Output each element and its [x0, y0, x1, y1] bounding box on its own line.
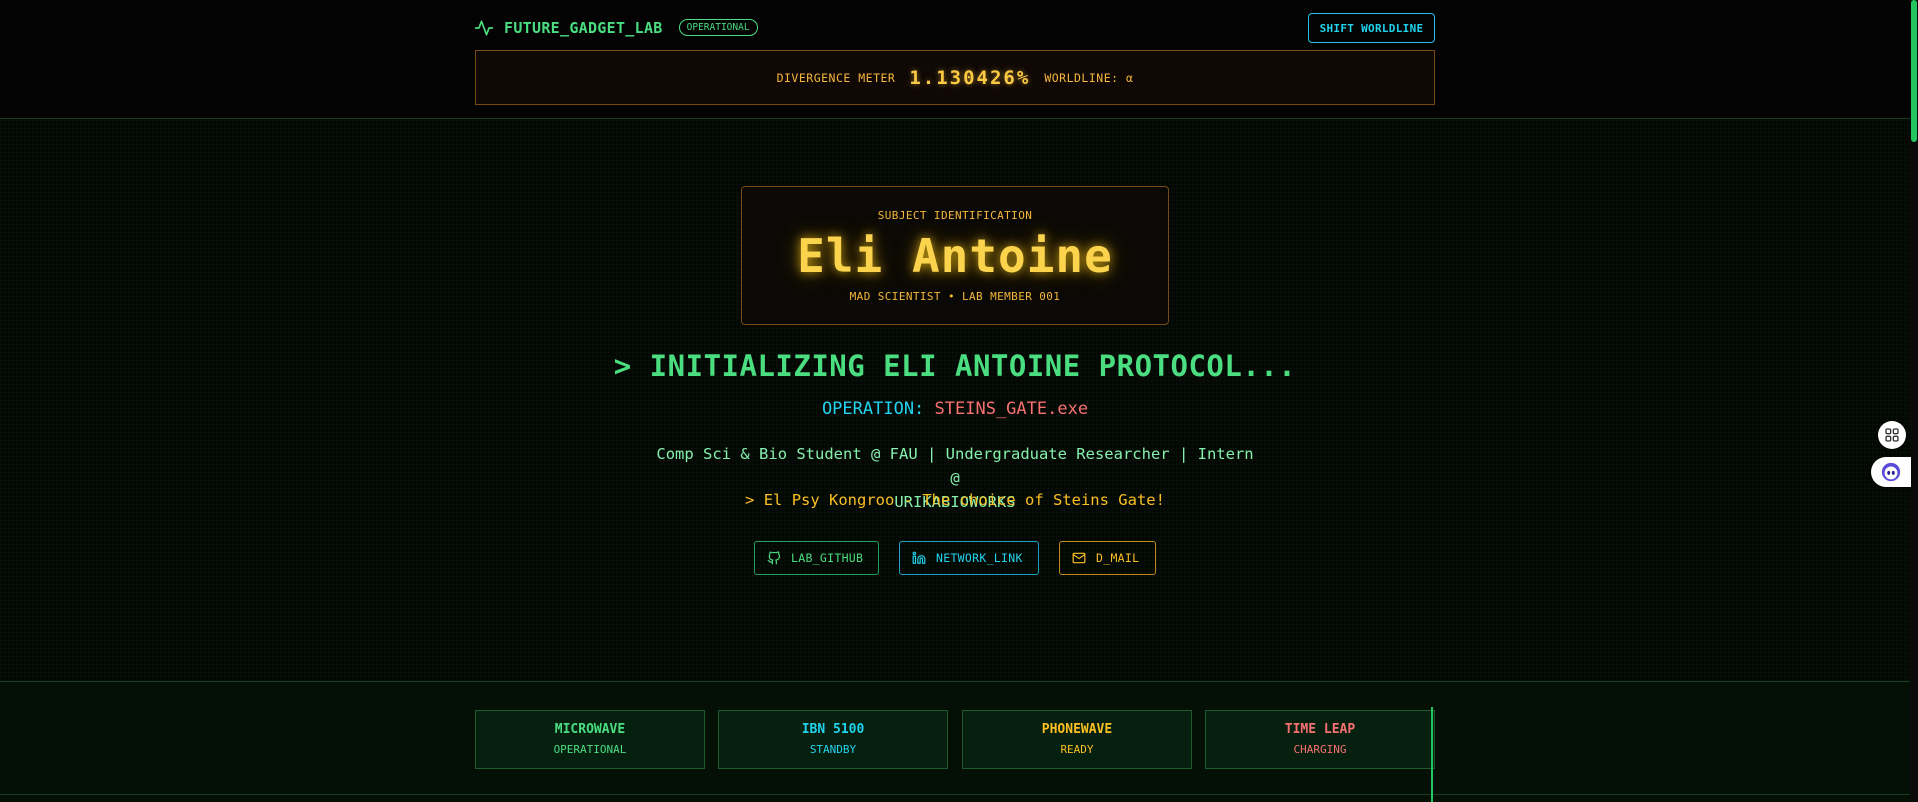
subject-role: MAD SCIENTIST • LAB MEMBER 001 [849, 290, 1061, 303]
gadget-status-section: MICROWAVE OPERATIONAL IBN 5100 STANDBY P… [0, 681, 1910, 802]
gadget-status: READY [1060, 743, 1094, 756]
brand-name: FUTURE_GADGET_LAB [504, 18, 663, 37]
dmail-link-label: D_MAIL [1096, 551, 1140, 565]
gadget-name: TIME LEAP [1284, 722, 1356, 737]
brand[interactable]: FUTURE_GADGET_LAB OPERATIONAL [474, 15, 758, 40]
network-link-button[interactable]: NETWORK_LINK [899, 541, 1039, 575]
gadget-name: MICROWAVE [554, 722, 626, 737]
operation-line: OPERATION: STEINS_GATE.exe [0, 399, 1910, 419]
shift-worldline-button[interactable]: SHIFT WORLDLINE [1308, 13, 1435, 43]
github-link-button[interactable]: LAB_GITHUB [754, 541, 879, 575]
scrollbar-thumb[interactable] [1911, 0, 1917, 142]
mail-icon [1072, 551, 1086, 565]
gadget-card-time-leap: TIME LEAP CHARGING [1205, 710, 1435, 769]
gadget-name: PHONEWAVE [1041, 722, 1113, 737]
section-divider [0, 794, 1910, 795]
subject-name: Eli Antoine [797, 229, 1113, 283]
scan-line [1431, 707, 1433, 802]
gadget-status: OPERATIONAL [553, 743, 627, 756]
operation-key: OPERATION: [821, 399, 935, 419]
gadget-card-ibn-5100: IBN 5100 STANDBY [718, 710, 948, 769]
protocol-heading: > INITIALIZING ELI ANTOINE PROTOCOL... [613, 349, 1297, 383]
gadget-status: STANDBY [809, 743, 857, 756]
status-badge: OPERATIONAL [678, 19, 758, 36]
worldline-label: WORLDLINE: α [1044, 70, 1134, 85]
github-icon [767, 551, 781, 565]
activity-pulse-icon [474, 18, 494, 38]
gadget-name: IBN 5100 [801, 722, 865, 737]
linkedin-icon [912, 551, 926, 565]
gadget-status: CHARGING [1293, 743, 1347, 756]
divergence-label: DIVERGENCE METER [776, 70, 896, 85]
github-link-label: LAB_GITHUB [791, 551, 864, 565]
tagline: > El Psy Kongroo - The choice of Steins … [745, 491, 1165, 509]
operation-value: STEINS_GATE.exe [934, 399, 1089, 419]
gadget-card-microwave: MICROWAVE OPERATIONAL [475, 710, 705, 769]
bio-line-1: Comp Sci & Bio Student @ FAU | Undergrad… [656, 445, 1254, 487]
dmail-link-button[interactable]: D_MAIL [1059, 541, 1156, 575]
page: FUTURE_GADGET_LAB OPERATIONAL SHIFT WORL… [0, 0, 1918, 802]
header: FUTURE_GADGET_LAB OPERATIONAL SHIFT WORL… [0, 0, 1910, 119]
subject-card: SUBJECT IDENTIFICATION Eli Antoine MAD S… [741, 186, 1169, 325]
network-link-label: NETWORK_LINK [936, 551, 1023, 565]
divergence-value: 1.130426% [909, 66, 1031, 89]
subject-label: SUBJECT IDENTIFICATION [877, 209, 1033, 222]
divergence-meter: DIVERGENCE METER 1.130426% WORLDLINE: α [475, 50, 1435, 105]
grid-apps-icon[interactable] [1878, 421, 1906, 449]
gadget-card-phonewave: PHONEWAVE READY [962, 710, 1192, 769]
assistant-face-icon[interactable] [1871, 457, 1911, 487]
